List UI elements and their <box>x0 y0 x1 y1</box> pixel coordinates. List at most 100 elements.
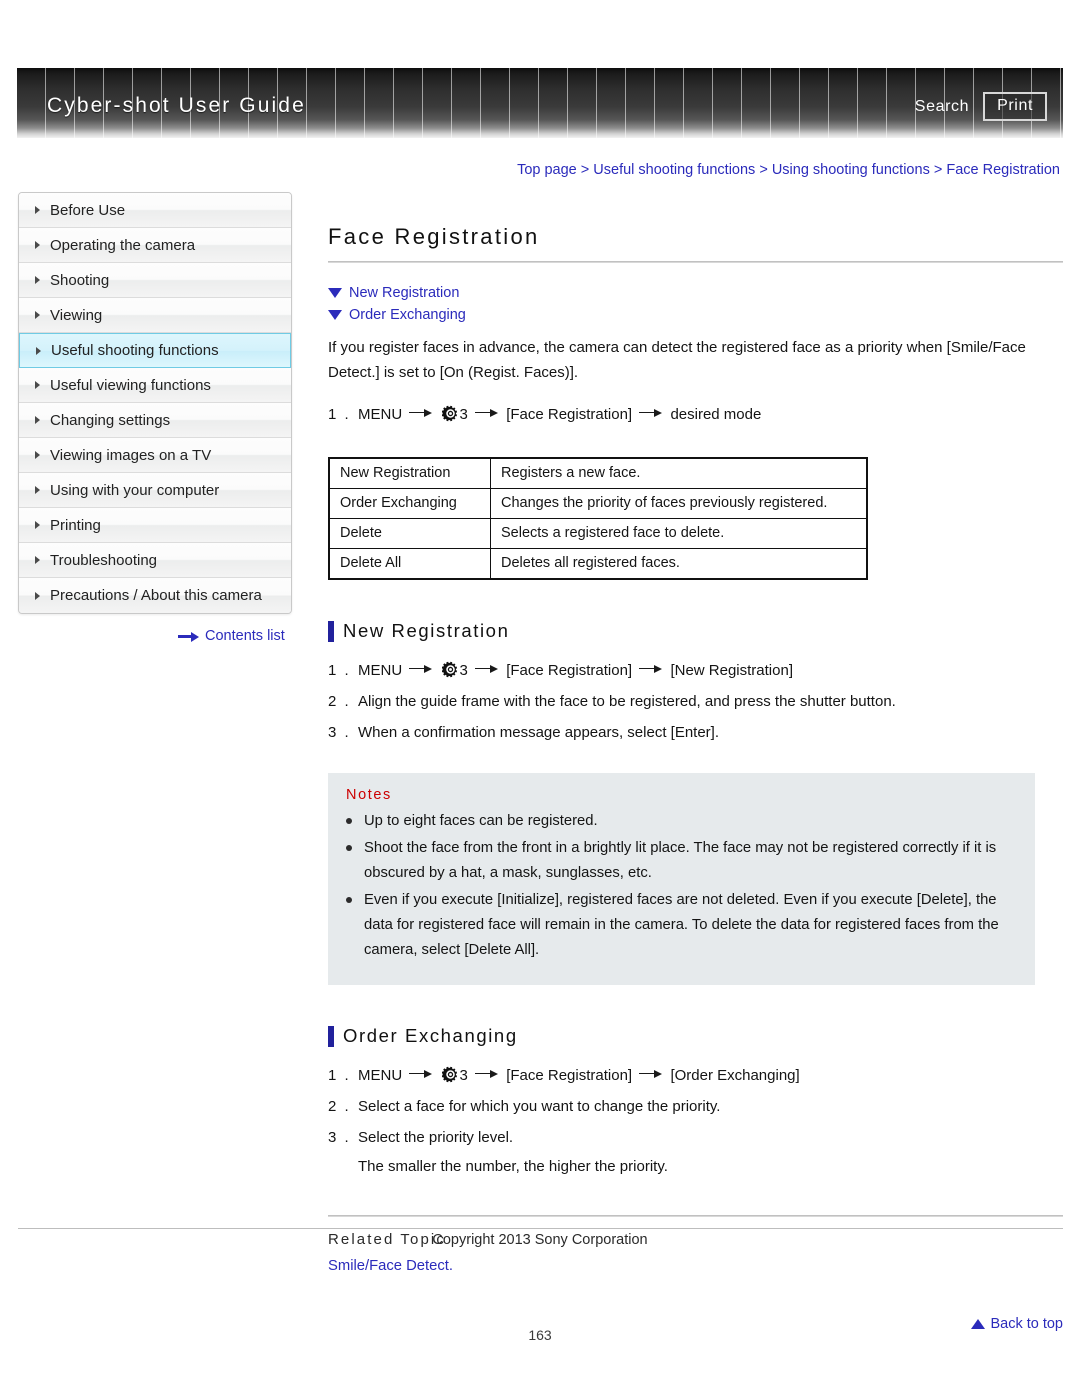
table-cell-desc: Selects a registered face to delete. <box>490 518 868 549</box>
sidebar-item-label: Troubleshooting <box>50 551 158 569</box>
arrow-right-icon <box>409 1068 433 1079</box>
related-topic-link[interactable]: Smile/Face Detect. <box>328 1258 1063 1274</box>
jump-links: New Registration Order Exchanging <box>328 285 1063 323</box>
bullet-icon <box>346 888 364 903</box>
sidebar-item-operating-the-camera[interactable]: Operating the camera <box>19 228 291 263</box>
sidebar-item-label: Operating the camera <box>50 236 196 254</box>
sidebar-item-before-use[interactable]: Before Use <box>19 193 291 228</box>
related-divider <box>328 1215 1063 1217</box>
sidebar-item-viewing-images-on-a-tv[interactable]: Viewing images on a TV <box>19 438 291 473</box>
sidebar-item-changing-settings[interactable]: Changing settings <box>19 403 291 438</box>
arrow-right-icon <box>639 407 663 418</box>
sidebar-item-precautions-about-this-camera[interactable]: Precautions / About this camera <box>19 578 291 613</box>
step-part-menu: MENU <box>358 662 403 679</box>
breadcrumb-item-0[interactable]: Top page <box>517 162 577 178</box>
arrow-right-icon <box>178 631 200 642</box>
order-exchanging-steps: 1 . MENU 3 [Face Registration] [Order Ex… <box>328 1061 1063 1181</box>
jump-link-order-exchanging[interactable]: Order Exchanging <box>328 307 1063 323</box>
chevron-right-icon <box>35 276 40 284</box>
sidebar-nav: Before Use Operating the camera Shooting… <box>18 192 292 614</box>
step-number: 3 . <box>328 1129 351 1146</box>
breadcrumb-item-2[interactable]: Using shooting functions <box>772 162 930 178</box>
sidebar-item-label: Before Use <box>50 201 126 219</box>
step-part-menu: MENU <box>358 1067 403 1084</box>
gear-icon <box>441 1066 457 1083</box>
arrow-right-icon <box>475 407 499 418</box>
intro-step-list: 1 . MENU 3 [Face Registration] desired m… <box>328 400 1063 429</box>
table-row: Delete Selects a registered face to dele… <box>328 518 868 549</box>
notes-list: Up to eight faces can be registered. Sho… <box>346 809 1017 963</box>
chevron-right-icon <box>35 591 40 600</box>
sidebar-item-troubleshooting[interactable]: Troubleshooting <box>19 543 291 578</box>
sidebar-item-printing[interactable]: Printing <box>19 508 291 543</box>
triangle-down-icon <box>328 288 342 298</box>
gear-icon <box>441 405 457 422</box>
arrow-right-icon <box>639 1068 663 1079</box>
print-button[interactable]: Print <box>983 92 1047 121</box>
footer-divider <box>18 1228 1063 1229</box>
section-heading-order-exchanging: Order Exchanging <box>328 1025 1063 1047</box>
sidebar-item-label: Precautions / About this camera <box>50 587 262 604</box>
breadcrumb-item-1[interactable]: Useful shooting functions <box>593 162 755 178</box>
gear-icon <box>441 661 457 678</box>
breadcrumb-separator: > <box>580 162 590 178</box>
note-item: Shoot the face from the front in a brigh… <box>346 836 1017 886</box>
main-content: Face Registration New Registration Order… <box>328 192 1063 1332</box>
sidebar-item-label: Useful viewing functions <box>50 376 211 394</box>
breadcrumb-separator: > <box>933 162 943 178</box>
step-number: 1 . <box>328 406 351 423</box>
chevron-right-icon <box>36 346 41 355</box>
triangle-down-icon <box>328 310 342 320</box>
site-header-banner: Cyber-shot User Guide Search Print <box>17 68 1063 138</box>
table-cell-name: New Registration <box>328 457 491 489</box>
gear-menu-number: 3 <box>459 1067 468 1084</box>
site-title: Cyber-shot User Guide <box>47 94 306 117</box>
step-part-target: [Face Registration] <box>506 406 633 423</box>
bullet-icon <box>346 809 364 824</box>
table-cell-desc: Registers a new face. <box>490 457 868 489</box>
contents-list-label: Contents list <box>205 628 285 644</box>
sidebar-item-useful-shooting-functions[interactable]: Useful shooting functions <box>19 333 291 368</box>
sidebar-item-useful-viewing-functions[interactable]: Useful viewing functions <box>19 368 291 403</box>
sidebar-item-using-with-your-computer[interactable]: Using with your computer <box>19 473 291 508</box>
note-item: Even if you execute [Initialize], regist… <box>346 888 1017 963</box>
step-text: Select a face for which you want to chan… <box>358 1098 721 1115</box>
step-item: 2 . Select a face for which you want to … <box>328 1092 1063 1121</box>
section-accent-bar <box>328 1025 334 1047</box>
step-part-target: [Face Registration] <box>506 1067 633 1084</box>
breadcrumb-item-3[interactable]: Face Registration <box>946 162 1060 178</box>
step-part-result: [New Registration] <box>670 662 793 679</box>
step-item: 2 . Align the guide frame with the face … <box>328 687 1063 716</box>
step-number: 3 . <box>328 724 351 741</box>
header-actions: Search Print <box>915 92 1047 121</box>
step-text: MENU 3 [Face Registration] desired mode <box>358 400 1063 429</box>
step-text: MENU 3 [Face Registration] [New Registra… <box>358 656 1063 685</box>
gear-menu-number: 3 <box>459 406 468 423</box>
step-number: 1 . <box>328 1067 351 1084</box>
contents-list-link[interactable]: Contents list <box>178 628 285 644</box>
step-part-target: [Face Registration] <box>506 662 633 679</box>
table-row: New Registration Registers a new face. <box>328 457 868 489</box>
sidebar-item-shooting[interactable]: Shooting <box>19 263 291 298</box>
breadcrumb-separator: > <box>759 162 768 178</box>
jump-link-label: New Registration <box>349 285 460 301</box>
section-heading-new-registration: New Registration <box>328 620 1063 642</box>
table-row: Order Exchanging Changes the priority of… <box>328 488 868 519</box>
arrow-right-icon <box>409 663 433 674</box>
jump-link-new-registration[interactable]: New Registration <box>328 285 1063 301</box>
table-row: Delete All Deletes all registered faces. <box>328 548 868 580</box>
table-cell-name: Delete <box>328 518 491 549</box>
sidebar-item-label: Shooting <box>50 271 110 289</box>
sidebar-item-viewing[interactable]: Viewing <box>19 298 291 333</box>
search-link[interactable]: Search <box>915 98 969 116</box>
step-text-sub: The smaller the number, the higher the p… <box>358 1158 668 1175</box>
notes-title: Notes <box>346 787 392 803</box>
section-heading-label: New Registration <box>343 620 510 641</box>
chevron-right-icon <box>35 206 40 214</box>
step-text-main: Select the priority level. <box>358 1129 514 1146</box>
intro-paragraph: If you register faces in advance, the ca… <box>328 339 1026 381</box>
sidebar-item-label: Useful shooting functions <box>51 342 219 359</box>
chevron-right-icon <box>35 381 40 389</box>
title-divider <box>328 261 1063 263</box>
chevron-right-icon <box>35 416 40 424</box>
